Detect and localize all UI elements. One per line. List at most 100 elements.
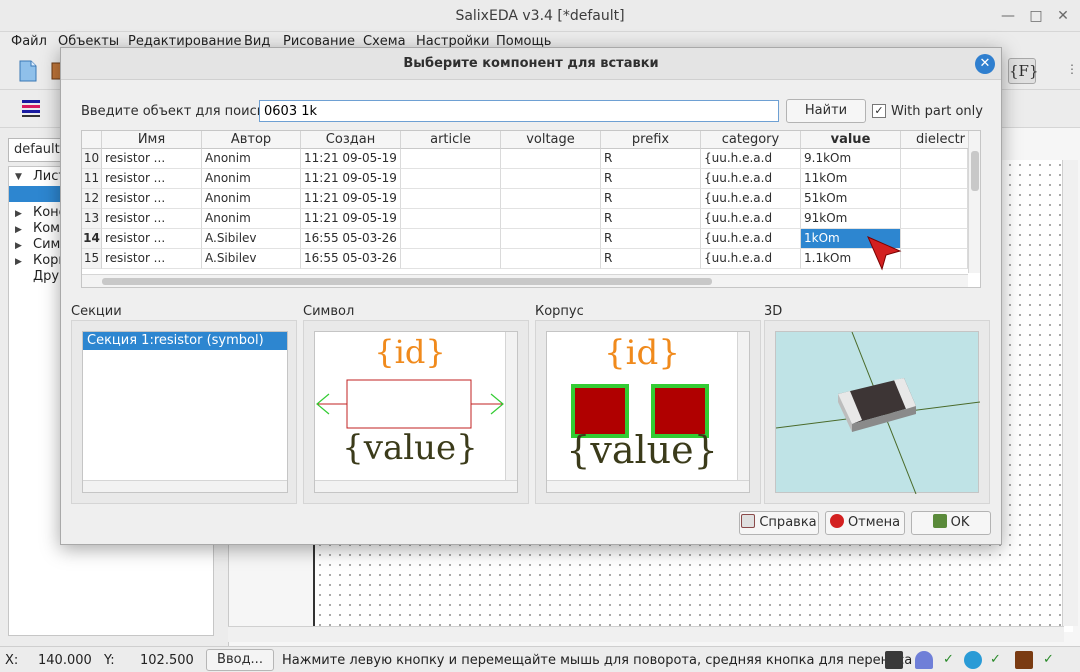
column-header-voltage[interactable]: voltage: [501, 131, 601, 149]
scroll-thumb[interactable]: [971, 151, 979, 191]
cell-value[interactable]: 91kOm: [801, 209, 901, 229]
close-icon[interactable]: ✕: [1053, 6, 1073, 26]
cell-dielectric[interactable]: [901, 249, 968, 269]
ok-button[interactable]: OK: [911, 511, 991, 535]
table-vertical-scrollbar[interactable]: [968, 131, 980, 273]
row-header-selected[interactable]: 14: [82, 229, 102, 249]
cell-created[interactable]: 16:55 05-03-26: [301, 229, 401, 249]
cell-category[interactable]: {uu.h.e.a.d: [701, 209, 801, 229]
cell-voltage[interactable]: [501, 249, 601, 269]
cell-voltage[interactable]: [501, 189, 601, 209]
scanner-icon[interactable]: [915, 651, 933, 669]
cell-dielectric[interactable]: [901, 189, 968, 209]
cell-dielectric[interactable]: [901, 149, 968, 169]
cell-name[interactable]: resistor ...: [102, 249, 202, 269]
package-hscroll[interactable]: [547, 480, 749, 492]
cell-dielectric[interactable]: [901, 229, 968, 249]
cell-author[interactable]: Anonim: [202, 209, 301, 229]
row-header[interactable]: 12: [82, 189, 102, 209]
column-header-name[interactable]: Имя: [102, 131, 202, 149]
cell-value[interactable]: 11kOm: [801, 169, 901, 189]
cell-article[interactable]: [401, 249, 501, 269]
new-file-icon[interactable]: [17, 59, 41, 83]
cell-article[interactable]: [401, 229, 501, 249]
cell-article[interactable]: [401, 169, 501, 189]
symbol-preview[interactable]: {id} {value}: [314, 331, 518, 493]
scroll-thumb[interactable]: [102, 278, 712, 285]
cell-name[interactable]: resistor ...: [102, 149, 202, 169]
tree-expand-icon[interactable]: ▶: [15, 225, 22, 235]
cell-created[interactable]: 11:21 09-05-19: [301, 189, 401, 209]
column-header-value[interactable]: value: [801, 131, 901, 149]
dvr-icon[interactable]: [885, 651, 903, 669]
cell-category[interactable]: {uu.h.e.a.d: [701, 169, 801, 189]
row-header[interactable]: 15: [82, 249, 102, 269]
cell-prefix[interactable]: R: [601, 149, 701, 169]
layers-icon[interactable]: [20, 97, 44, 121]
row-header[interactable]: 13: [82, 209, 102, 229]
table-horizontal-scrollbar[interactable]: [82, 274, 968, 287]
cell-category[interactable]: {uu.h.e.a.d: [701, 229, 801, 249]
cell-value[interactable]: 9.1kOm: [801, 149, 901, 169]
column-header-prefix[interactable]: prefix: [601, 131, 701, 149]
cell-prefix[interactable]: R: [601, 169, 701, 189]
column-header-created[interactable]: Создан: [301, 131, 401, 149]
cell-name[interactable]: resistor ...: [102, 189, 202, 209]
cell-voltage[interactable]: [501, 229, 601, 249]
column-header-article[interactable]: article: [401, 131, 501, 149]
cell-dielectric[interactable]: [901, 209, 968, 229]
cell-name[interactable]: resistor ...: [102, 209, 202, 229]
cell-name[interactable]: resistor ...: [102, 169, 202, 189]
sections-list[interactable]: Секция 1:resistor (symbol): [82, 331, 288, 493]
cell-article[interactable]: [401, 149, 501, 169]
symbol-vscroll[interactable]: [505, 332, 517, 480]
cancel-button[interactable]: Отмена: [825, 511, 905, 535]
cell-article[interactable]: [401, 189, 501, 209]
cell-prefix[interactable]: R: [601, 249, 701, 269]
input-button[interactable]: Ввод...: [206, 649, 274, 671]
column-header-author[interactable]: Автор: [202, 131, 301, 149]
minimize-icon[interactable]: —: [998, 6, 1018, 26]
tree-expand-icon[interactable]: ▶: [15, 209, 22, 219]
tree-item-other[interactable]: Дру: [33, 269, 59, 284]
cloud-icon[interactable]: [964, 651, 982, 669]
tree-item-symbols[interactable]: Сим: [33, 237, 60, 252]
toolbar-more-icon[interactable]: ⋮: [1066, 62, 1078, 86]
row-header[interactable]: 10: [82, 149, 102, 169]
canvas-horizontal-scrollbar[interactable]: [228, 626, 1064, 642]
maximize-icon[interactable]: □: [1026, 6, 1046, 26]
cell-voltage[interactable]: [501, 149, 601, 169]
sheet-combo[interactable]: default: [8, 138, 68, 162]
cell-category[interactable]: {uu.h.e.a.d: [701, 149, 801, 169]
cell-author[interactable]: Anonim: [202, 169, 301, 189]
cell-category[interactable]: {uu.h.e.a.d: [701, 189, 801, 209]
cell-author[interactable]: A.Sibilev: [202, 229, 301, 249]
cell-created[interactable]: 11:21 09-05-19: [301, 209, 401, 229]
tree-expand-icon[interactable]: ▶: [15, 241, 22, 251]
cell-name[interactable]: resistor ...: [102, 229, 202, 249]
help-button[interactable]: Справка: [739, 511, 819, 535]
row-header[interactable]: 11: [82, 169, 102, 189]
cell-prefix[interactable]: R: [601, 209, 701, 229]
cell-author[interactable]: Anonim: [202, 189, 301, 209]
column-header-category[interactable]: category: [701, 131, 801, 149]
cell-value[interactable]: 51kOm: [801, 189, 901, 209]
cell-dielectric[interactable]: [901, 169, 968, 189]
find-button[interactable]: Найти: [786, 99, 866, 123]
cell-author[interactable]: A.Sibilev: [202, 249, 301, 269]
cell-author[interactable]: Anonim: [202, 149, 301, 169]
book-icon[interactable]: [1015, 651, 1033, 669]
section-item[interactable]: Секция 1:resistor (symbol): [83, 332, 287, 350]
cell-prefix[interactable]: R: [601, 229, 701, 249]
cell-category[interactable]: {uu.h.e.a.d: [701, 249, 801, 269]
tree-expand-icon[interactable]: ▼: [15, 172, 22, 182]
cell-article[interactable]: [401, 209, 501, 229]
sections-scrollbar[interactable]: [83, 480, 287, 492]
cell-voltage[interactable]: [501, 169, 601, 189]
cell-created[interactable]: 11:21 09-05-19: [301, 149, 401, 169]
function-icon[interactable]: {F}: [1008, 58, 1039, 84]
cell-created[interactable]: 16:55 05-03-26: [301, 249, 401, 269]
with-part-only-checkbox[interactable]: ✓: [872, 104, 886, 118]
dialog-close-icon[interactable]: ✕: [975, 54, 995, 74]
symbol-hscroll[interactable]: [315, 480, 517, 492]
